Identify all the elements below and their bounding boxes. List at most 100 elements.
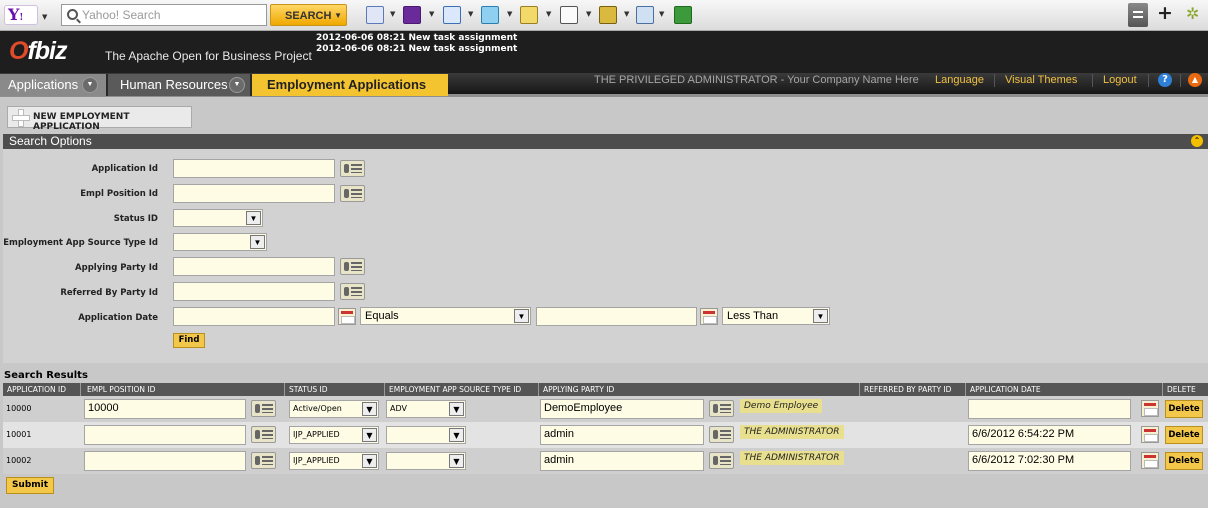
empl-position-id-input[interactable]: [84, 425, 246, 445]
yahoo-search-button[interactable]: SEARCH ▼: [270, 4, 347, 26]
party-name-label: THE ADMINISTRATOR: [740, 451, 844, 465]
yahoo-logo-icon[interactable]: Y!: [4, 5, 38, 25]
applying-party-id-input[interactable]: [173, 257, 335, 276]
tab-employment-applications[interactable]: Employment Applications: [252, 74, 448, 96]
calendar-icon[interactable]: [700, 308, 718, 325]
delete-button[interactable]: Delete: [1165, 426, 1203, 444]
divider: [994, 74, 995, 87]
notes-icon[interactable]: [520, 6, 538, 24]
column-header[interactable]: APPLICATION ID: [3, 383, 81, 396]
date-operator-select[interactable]: Equals ▼: [360, 307, 531, 325]
application-date-input[interactable]: 6/6/2012 6:54:22 PM: [968, 425, 1131, 445]
submit-button[interactable]: Submit: [6, 477, 54, 494]
collapse-icon[interactable]: ⌃: [1191, 135, 1203, 147]
chevron-down-icon[interactable]: ▼: [42, 13, 47, 21]
calendar-icon[interactable]: [338, 308, 356, 325]
applying-party-id-input[interactable]: DemoEmployee: [540, 399, 704, 419]
column-header[interactable]: REFERRED BY PARTY ID: [860, 383, 966, 396]
chevron-down-icon[interactable]: ▼: [468, 10, 473, 18]
lookup-icon[interactable]: [340, 258, 365, 275]
lookup-icon[interactable]: [340, 283, 365, 300]
gear-icon[interactable]: ✲: [1186, 4, 1199, 23]
source-type-id-select[interactable]: ADV ▼: [386, 400, 466, 418]
chevron-down-icon[interactable]: ▼: [586, 10, 591, 18]
lookup-icon[interactable]: [251, 426, 276, 443]
chevron-down-icon[interactable]: ▼: [546, 10, 551, 18]
calendar-icon[interactable]: [560, 6, 578, 24]
status-id-select[interactable]: IJP_APPLIED ▼: [289, 452, 379, 470]
tab-applications[interactable]: Applications ▼: [0, 74, 108, 96]
tab-human-resources[interactable]: Human Resources ▼: [108, 74, 252, 96]
chevron-down-icon: ▼: [813, 309, 828, 323]
empl-position-id-input[interactable]: [173, 184, 335, 203]
message-item[interactable]: 2012-06-06 08:21 New task assignment: [316, 44, 517, 55]
status-id-label: Status ID: [113, 214, 158, 224]
source-type-id-select[interactable]: ▼: [173, 233, 267, 251]
lookup-icon[interactable]: [340, 160, 365, 177]
lookup-icon[interactable]: [340, 185, 365, 202]
calendar-icon[interactable]: [1141, 452, 1159, 469]
collapse-header-icon[interactable]: ▲: [1188, 73, 1202, 87]
mail-icon[interactable]: [443, 6, 461, 24]
status-id-select[interactable]: ▼: [173, 209, 263, 227]
chevron-down-icon[interactable]: ▼: [429, 10, 434, 18]
lookup-icon[interactable]: [251, 452, 276, 469]
application-date-input[interactable]: [968, 399, 1131, 419]
myyahoo-icon[interactable]: [403, 6, 421, 24]
chevron-down-icon: ▼: [362, 402, 377, 416]
referred-by-party-id-input[interactable]: [173, 282, 335, 301]
calendar-icon[interactable]: [1141, 426, 1159, 443]
applying-party-id-input[interactable]: admin: [540, 425, 704, 445]
application-date-input[interactable]: 6/6/2012 7:02:30 PM: [968, 451, 1131, 471]
delete-button[interactable]: Delete: [1165, 400, 1203, 418]
calendar-icon[interactable]: [1141, 400, 1159, 417]
chevron-down-icon[interactable]: ▼: [624, 10, 629, 18]
column-header[interactable]: STATUS ID: [285, 383, 385, 396]
column-header[interactable]: APPLICATION DATE: [966, 383, 1163, 396]
lookup-icon[interactable]: [709, 400, 734, 417]
search-options-header[interactable]: Search Options ⌃: [3, 134, 1208, 149]
chevron-down-icon[interactable]: ▼: [659, 10, 664, 18]
new-employment-application-button[interactable]: NEW EMPLOYMENT APPLICATION: [7, 106, 192, 132]
word-icon[interactable]: [674, 6, 692, 24]
column-header[interactable]: APPLYING PARTY ID: [539, 383, 860, 396]
status-id-select[interactable]: Active/Open ▼: [289, 400, 379, 418]
source-type-id-select[interactable]: ▼: [386, 426, 466, 444]
application-date-thru-input[interactable]: [536, 307, 697, 326]
search-results-title: Search Results: [4, 370, 88, 381]
application-date-from-input[interactable]: [173, 307, 335, 326]
add-icon[interactable]: +: [1157, 2, 1173, 24]
application-id-input[interactable]: [173, 159, 335, 178]
find-button[interactable]: Find: [173, 333, 205, 348]
folder-icon[interactable]: [599, 6, 617, 24]
main-navigation: Applications ▼ Human Resources ▼ Employm…: [0, 73, 1208, 97]
visual-themes-link[interactable]: Visual Themes: [1005, 74, 1077, 86]
lookup-icon[interactable]: [709, 426, 734, 443]
message-item[interactable]: 2012-06-06 08:21 New task assignment: [316, 33, 517, 44]
column-header[interactable]: EMPLOYMENT APP SOURCE TYPE ID: [385, 383, 539, 396]
ofbiz-logo[interactable]: Ofbiz: [9, 37, 68, 66]
source-type-id-select[interactable]: ▼: [386, 452, 466, 470]
bookmark-icon[interactable]: [366, 6, 384, 24]
date-thru-operator-select[interactable]: Less Than ▼: [722, 307, 830, 325]
chevron-down-icon[interactable]: ▼: [229, 77, 245, 93]
lookup-icon[interactable]: [251, 400, 276, 417]
applying-party-id-input[interactable]: admin: [540, 451, 704, 471]
divider: [1180, 74, 1181, 87]
status-id-select[interactable]: IJP_APPLIED ▼: [289, 426, 379, 444]
list-view-icon[interactable]: [1128, 3, 1148, 27]
column-header[interactable]: EMPL POSITION ID: [83, 383, 285, 396]
chart-icon[interactable]: [636, 6, 654, 24]
delete-button[interactable]: Delete: [1165, 452, 1203, 470]
logout-link[interactable]: Logout: [1103, 74, 1137, 86]
chevron-down-icon[interactable]: ▼: [82, 77, 98, 93]
lookup-icon[interactable]: [709, 452, 734, 469]
news-icon[interactable]: [481, 6, 499, 24]
chevron-down-icon[interactable]: ▼: [507, 10, 512, 18]
yahoo-search-input[interactable]: Yahoo! Search: [61, 4, 267, 26]
help-icon[interactable]: ?: [1158, 73, 1172, 87]
language-link[interactable]: Language: [935, 74, 984, 86]
empl-position-id-input[interactable]: [84, 451, 246, 471]
empl-position-id-input[interactable]: 10000: [84, 399, 246, 419]
chevron-down-icon[interactable]: ▼: [390, 10, 395, 18]
